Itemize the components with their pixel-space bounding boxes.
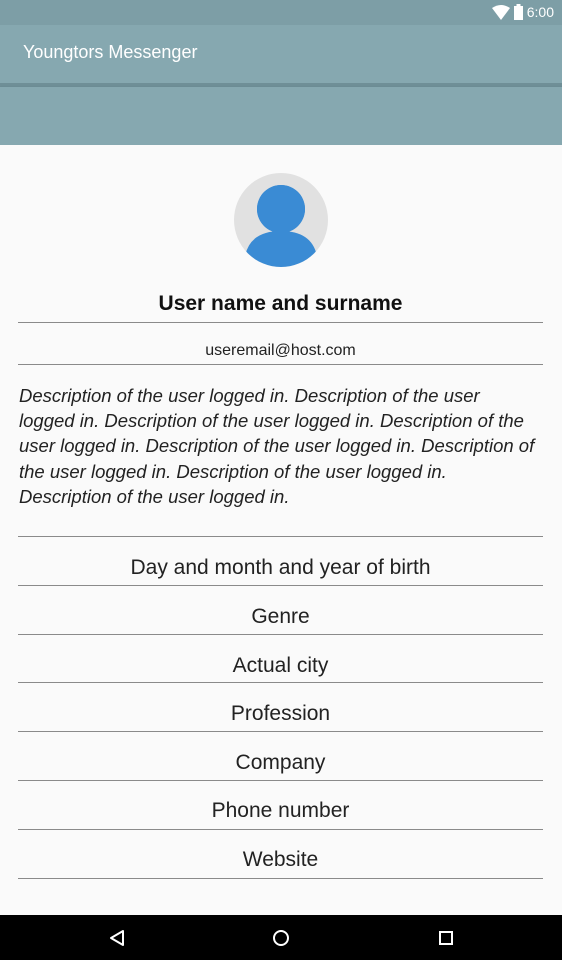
divider xyxy=(18,878,543,879)
battery-icon xyxy=(513,4,523,20)
field-profession: Profession xyxy=(230,702,331,725)
field-genre: Genre xyxy=(251,605,310,628)
back-icon[interactable] xyxy=(106,927,128,949)
app-bar: Youngtors Messenger xyxy=(0,25,562,83)
divider xyxy=(18,585,543,586)
divider xyxy=(18,682,543,683)
app-title: Youngtors Messenger xyxy=(23,42,198,62)
recents-icon[interactable] xyxy=(435,927,457,949)
user-avatar-icon[interactable] xyxy=(234,173,328,267)
divider xyxy=(18,634,543,635)
extended-app-bar xyxy=(0,87,562,145)
home-icon[interactable] xyxy=(270,927,292,949)
divider xyxy=(18,780,543,781)
divider xyxy=(18,536,543,537)
field-company: Company xyxy=(235,751,326,774)
divider xyxy=(18,364,543,365)
field-website: Website xyxy=(242,848,319,871)
wifi-icon xyxy=(491,4,510,20)
navigation-bar xyxy=(0,915,562,960)
user-email: useremail@host.com xyxy=(205,342,356,359)
field-birth-date: Day and month and year of birth xyxy=(130,556,431,579)
divider xyxy=(18,322,543,323)
profile-content[interactable]: User name and surname useremail@host.com… xyxy=(0,145,562,915)
divider xyxy=(18,829,543,830)
divider xyxy=(18,731,543,732)
user-description: Description of the user logged in. Descr… xyxy=(19,385,535,507)
status-bar: 6:00 xyxy=(0,0,562,25)
status-time: 6:00 xyxy=(526,4,554,20)
status-icons: 6:00 xyxy=(491,3,554,21)
field-city: Actual city xyxy=(232,654,329,677)
field-phone: Phone number xyxy=(211,799,350,822)
user-name: User name and surname xyxy=(158,292,403,315)
